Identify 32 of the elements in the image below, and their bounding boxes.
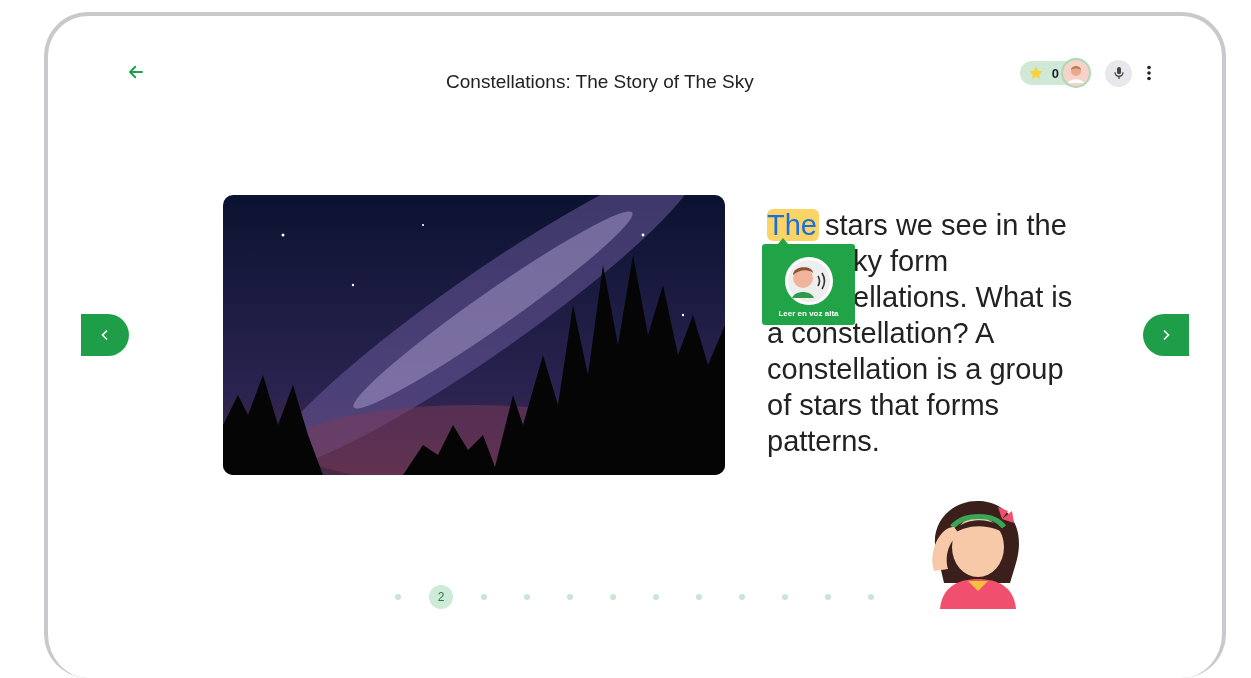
passage-line: of stars that forms (767, 389, 1000, 421)
highlighted-word: The (767, 209, 819, 241)
points-count: 0 (1051, 65, 1059, 81)
avatar[interactable] (1061, 58, 1091, 88)
page-dot[interactable] (610, 594, 616, 600)
lesson-title: Constellations: The Story of The Sky (445, 71, 755, 93)
page-dot[interactable] (696, 594, 702, 600)
passage-line: ky form (853, 245, 949, 277)
previous-button[interactable] (81, 314, 129, 356)
passage-line: patterns. (767, 425, 880, 457)
page-dot[interactable] (481, 594, 487, 600)
microphone-button[interactable] (1105, 59, 1132, 87)
page-dot[interactable] (524, 594, 530, 600)
current-page-indicator[interactable]: 2 (429, 585, 453, 609)
page-dot[interactable] (739, 594, 745, 600)
page-dot[interactable] (653, 594, 659, 600)
chevron-left-icon (100, 329, 110, 341)
page-dot[interactable] (782, 594, 788, 600)
page-dot[interactable] (825, 594, 831, 600)
page-dot[interactable] (567, 594, 573, 600)
next-button[interactable] (1143, 314, 1189, 356)
more-icon (1146, 65, 1152, 81)
passage-line: stars we see in the (825, 209, 1067, 241)
page-dot[interactable] (395, 594, 401, 600)
passage-line: constellation is a group (767, 353, 1064, 385)
chevron-right-icon (1161, 329, 1171, 341)
page-dot[interactable] (868, 594, 874, 600)
popup-pointer (778, 238, 788, 244)
star-icon (1027, 65, 1044, 81)
speaking-avatar-icon (783, 256, 834, 306)
passage-line: ellations. What is (853, 281, 1073, 313)
read-aloud-label: Leer en voz alta (778, 309, 839, 319)
